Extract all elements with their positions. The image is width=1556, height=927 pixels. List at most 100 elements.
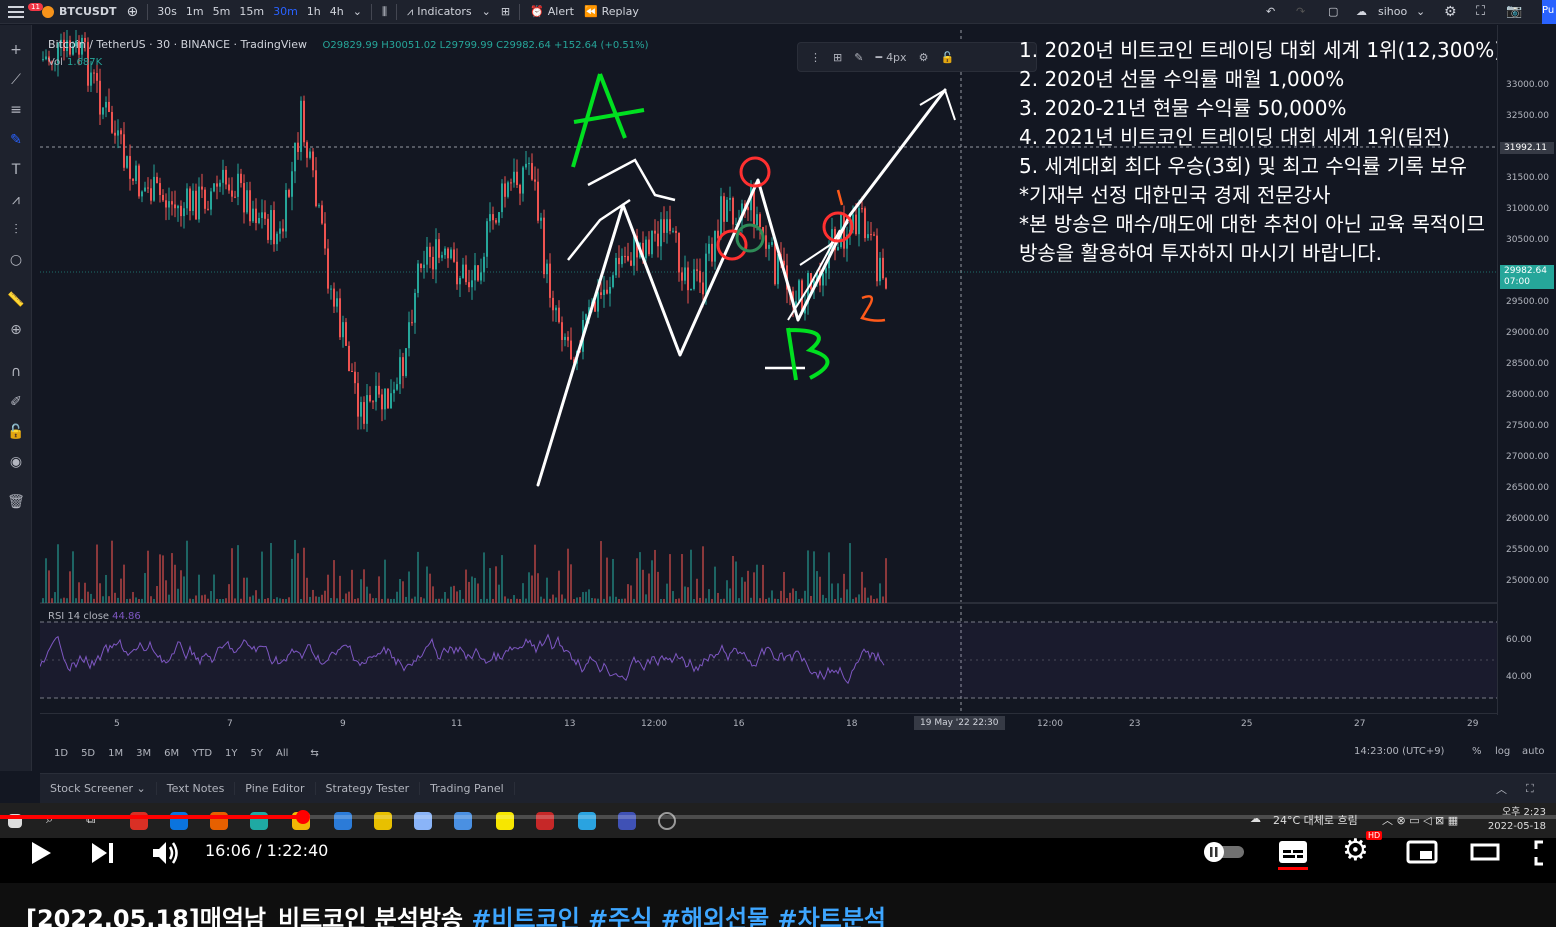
volume-bar <box>153 598 155 603</box>
chevron-up-icon[interactable]: ︿ <box>1496 781 1507 797</box>
indicators-button[interactable]: Indicators <box>417 5 471 18</box>
range-all[interactable]: All <box>276 748 288 759</box>
range-3m[interactable]: 3M <box>136 748 151 759</box>
video-progress-bar[interactable] <box>0 810 1556 824</box>
candle-body <box>486 221 488 257</box>
menu-icon[interactable]: 11 <box>8 2 43 19</box>
replay-icon[interactable]: ⏪ <box>584 5 598 18</box>
pattern-icon[interactable]: ⩘ <box>7 191 25 209</box>
percent-toggle[interactable]: % <box>1472 746 1482 757</box>
time-axis[interactable]: 5 7 9 11 13 12:00 16 18 19 May '22 22:30… <box>40 713 1497 735</box>
video-hashtags[interactable]: #비트코인 #주식 #해외선물 #차트분석 <box>471 905 886 927</box>
layout-square-icon[interactable]: ▢ <box>1328 5 1338 18</box>
range-6m[interactable]: 6M <box>164 748 179 759</box>
tab-stock-screener[interactable]: Stock Screener ⌄ <box>40 782 157 795</box>
volume-bar <box>498 584 500 603</box>
range-5d[interactable]: 5D <box>81 748 95 759</box>
pencil-icon[interactable]: ✎ <box>854 51 863 64</box>
tab-strategy-tester[interactable]: Strategy Tester <box>316 782 421 795</box>
candle-body <box>519 184 521 194</box>
chevron-down-icon[interactable]: ⌄ <box>353 5 362 18</box>
line-width-label[interactable]: 4px <box>886 51 907 64</box>
miniplayer-icon[interactable] <box>1406 840 1438 864</box>
chevron-down-icon[interactable]: ⌄ <box>1416 5 1425 18</box>
autoplay-toggle-icon[interactable] <box>1202 842 1246 862</box>
compare-icon[interactable]: ⊕ <box>126 4 138 20</box>
timeframe-30s[interactable]: 30s <box>157 5 177 18</box>
volume-bar <box>690 549 692 603</box>
prediction-icon[interactable]: ⫶ <box>7 221 25 239</box>
tab-pine-editor[interactable]: Pine Editor <box>235 782 316 795</box>
line-width-icon[interactable]: ━ <box>875 51 882 64</box>
timezone-clock[interactable]: 14:23:00 (UTC+9) <box>1354 746 1444 757</box>
next-icon[interactable] <box>91 842 115 864</box>
publish-button[interactable]: Pu <box>1542 0 1556 24</box>
volume-icon[interactable] <box>152 840 180 866</box>
volume-bar <box>516 598 518 603</box>
text-icon[interactable]: T <box>7 161 25 179</box>
layout-icon[interactable]: ⊞ <box>501 5 510 18</box>
range-1y[interactable]: 1Y <box>225 748 237 759</box>
magnet-icon[interactable]: ∩ <box>7 363 25 381</box>
timeframe-30m[interactable]: 30m <box>273 5 298 18</box>
candle-style-icon[interactable]: ⫼ <box>382 5 387 19</box>
bottom-panel-tabs: Stock Screener ⌄ Text Notes Pine Editor … <box>40 773 1556 803</box>
taskbar-clock[interactable]: 오후 2:23 2022-05-18 <box>1488 806 1546 834</box>
timeframe-5m[interactable]: 5m <box>213 5 231 18</box>
fullscreen-icon[interactable]: ⛶ <box>1476 4 1485 19</box>
tab-trading-panel[interactable]: Trading Panel <box>420 782 515 795</box>
timeframe-1m[interactable]: 1m <box>186 5 204 18</box>
fib-icon[interactable]: ≡ <box>7 101 25 119</box>
auto-toggle[interactable]: auto <box>1522 746 1545 757</box>
trash-icon[interactable]: 🗑 <box>7 493 25 511</box>
log-toggle[interactable]: log <box>1495 746 1510 757</box>
timeframe-4h[interactable]: 4h <box>330 5 344 18</box>
brush-icon[interactable]: ✎ <box>7 131 25 149</box>
timeframe-1h[interactable]: 1h <box>307 5 321 18</box>
volume-bar <box>630 585 632 603</box>
lock-drawing-icon[interactable]: ✐ <box>7 393 25 411</box>
crosshair-icon[interactable]: + <box>7 41 25 59</box>
indicators-icon[interactable]: ⩘ <box>407 5 413 19</box>
replay-button[interactable]: Replay <box>602 5 639 18</box>
alert-icon[interactable]: ⏰ <box>530 5 544 18</box>
volume-bar <box>465 569 467 603</box>
fullscreen-icon[interactable] <box>1534 840 1556 866</box>
symbol-search[interactable]: BTCUSDT <box>42 5 116 18</box>
lock-icon[interactable]: 🔓 <box>7 423 25 441</box>
zoom-icon[interactable]: ⊕ <box>7 321 25 339</box>
timeframe-15m[interactable]: 15m <box>239 5 264 18</box>
ruler-icon[interactable]: 📏 <box>7 291 25 309</box>
range-1d[interactable]: 1D <box>54 748 68 759</box>
go-to-date-icon[interactable]: ⇆ <box>310 748 318 759</box>
theater-mode-icon[interactable] <box>1470 842 1500 862</box>
price-axis[interactable]: 33000.00 32500.00 31992.11 31500.00 3100… <box>1497 25 1556 715</box>
play-icon[interactable] <box>30 841 52 865</box>
volume-bar <box>678 598 680 603</box>
eye-icon[interactable]: ◉ <box>7 453 25 471</box>
gear-icon[interactable]: ⚙ <box>1444 4 1457 20</box>
drag-handle-icon[interactable]: ⋮ <box>810 51 821 64</box>
video-title[interactable]: [2022.05.18]매억남_비트코인 분석방송 #비트코인 #주식 #해외선… <box>26 899 886 927</box>
user-name[interactable]: sihoo <box>1378 5 1407 18</box>
undo-icon[interactable]: ↶ <box>1266 5 1275 18</box>
cloud-icon[interactable]: ☁ <box>1356 5 1367 18</box>
settings-gear-icon[interactable]: ⚙ <box>1342 836 1369 866</box>
trendline-icon[interactable]: ⟋ <box>7 71 25 89</box>
camera-icon[interactable]: 📷 <box>1506 4 1522 19</box>
maximize-panel-icon[interactable]: ⛶ <box>1526 782 1534 796</box>
shape-icon[interactable]: ○ <box>7 251 25 269</box>
tab-text-notes[interactable]: Text Notes <box>157 782 236 795</box>
gear-icon[interactable]: ⚙ <box>919 51 929 64</box>
redo-icon[interactable]: ↷ <box>1296 5 1305 18</box>
candle-body <box>633 235 635 266</box>
range-ytd[interactable]: YTD <box>192 748 212 759</box>
range-5y[interactable]: 5Y <box>251 748 263 759</box>
chevron-down-icon[interactable]: ⌄ <box>482 5 491 18</box>
subtitles-icon[interactable] <box>1278 840 1308 864</box>
lock-icon[interactable]: 🔓 <box>940 51 954 64</box>
alert-button[interactable]: Alert <box>548 5 574 18</box>
range-1m[interactable]: 1M <box>108 748 123 759</box>
template-icon[interactable]: ⊞ <box>833 51 842 64</box>
candle-body <box>93 72 95 74</box>
